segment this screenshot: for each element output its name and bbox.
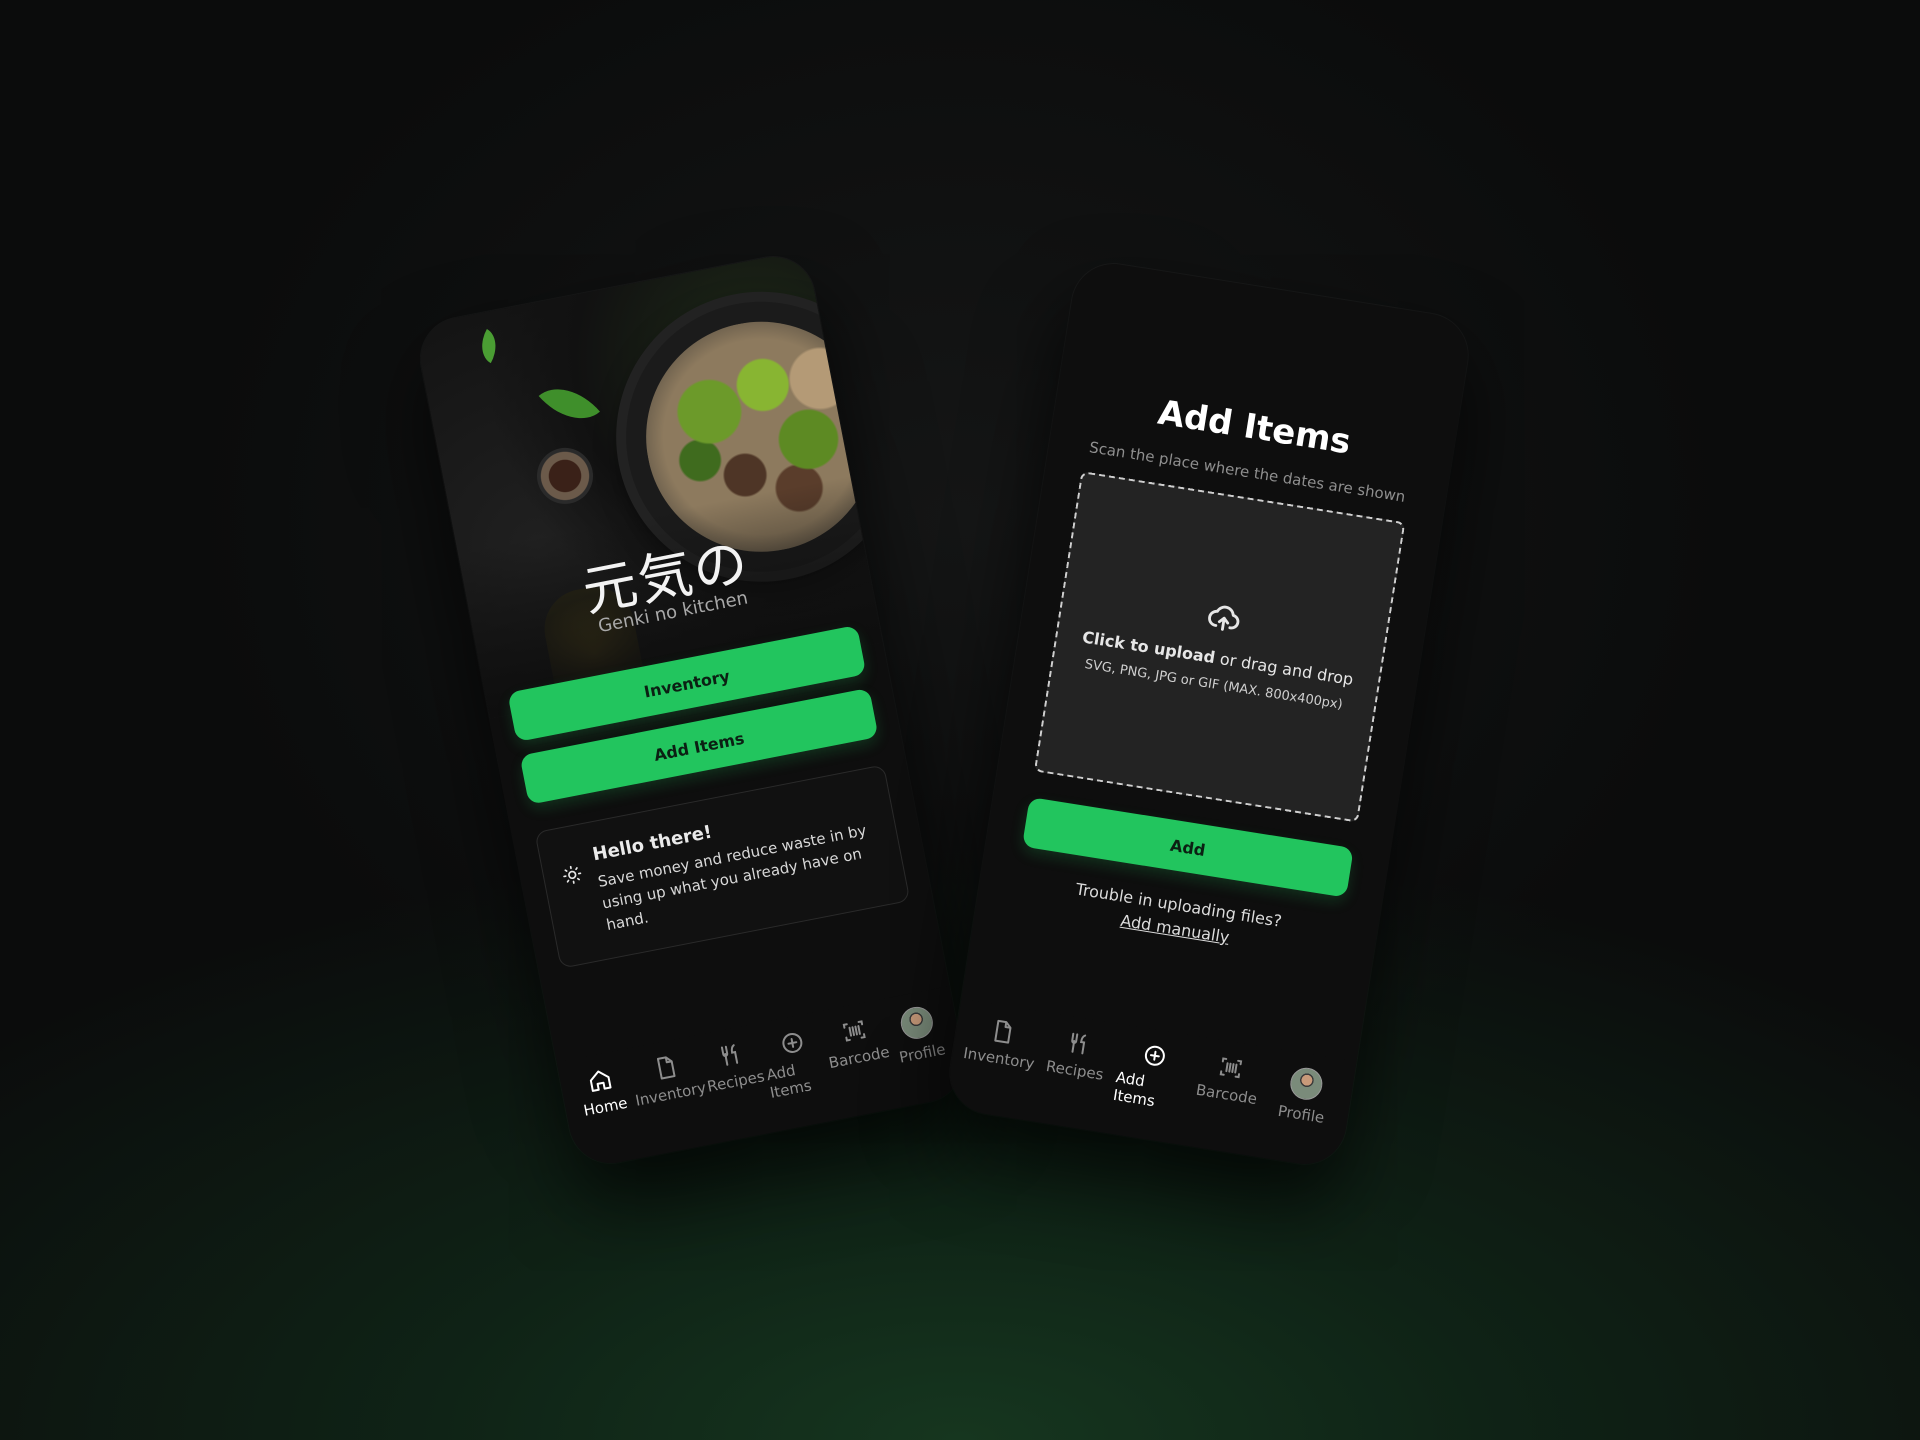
utensils-icon bbox=[1071, 1032, 1087, 1055]
tab-label: Recipes bbox=[705, 1067, 767, 1096]
plus-circle-icon bbox=[1144, 1045, 1165, 1066]
tab-recipes[interactable]: Recipes bbox=[698, 1037, 769, 1096]
utensils-icon bbox=[721, 1044, 739, 1066]
tab-barcode[interactable]: Barcode bbox=[1191, 1050, 1268, 1108]
add-items-screen: Add Items Scan the place where the dates… bbox=[944, 258, 1474, 1170]
avatar bbox=[1287, 1065, 1325, 1103]
tab-label: Add Items bbox=[1111, 1068, 1157, 1111]
tab-barcode[interactable]: Barcode bbox=[821, 1013, 892, 1072]
upload-dropzone[interactable]: Click to upload or drag and drop SVG, PN… bbox=[1033, 471, 1406, 823]
tab-home[interactable]: Home bbox=[567, 1063, 638, 1122]
home-icon bbox=[590, 1070, 612, 1092]
tab-add-items[interactable]: Add Items bbox=[1112, 1038, 1191, 1114]
file-icon bbox=[656, 1056, 676, 1080]
tab-label: Inventory bbox=[962, 1043, 1036, 1073]
tab-label: Profile bbox=[1276, 1101, 1326, 1127]
tab-label: Barcode bbox=[1194, 1080, 1259, 1109]
barcode-scan-icon bbox=[842, 1020, 866, 1042]
tab-recipes[interactable]: Recipes bbox=[1039, 1026, 1116, 1084]
pepper-jar bbox=[532, 443, 598, 509]
home-screen: 元気の Genki no kitchen Inventory Add Items… bbox=[413, 249, 971, 1171]
tab-bar: Inventory Recipes Add Items Barcode Prof… bbox=[944, 998, 1357, 1170]
plus-circle-icon bbox=[782, 1032, 803, 1053]
basil-leaf bbox=[473, 328, 505, 364]
cloud-upload-icon bbox=[1208, 605, 1240, 631]
tab-bar: Home Inventory Recipes Add Items Barcode… bbox=[556, 985, 971, 1171]
tab-label: Add Items bbox=[764, 1061, 814, 1102]
file-icon bbox=[994, 1019, 1012, 1044]
tab-inventory[interactable]: Inventory bbox=[629, 1049, 708, 1110]
tab-label: Profile bbox=[897, 1040, 947, 1067]
sun-icon bbox=[563, 865, 582, 884]
tab-label: Recipes bbox=[1044, 1056, 1105, 1084]
barcode-scan-icon bbox=[1219, 1057, 1242, 1079]
tab-label: Home bbox=[582, 1093, 629, 1120]
tab-label: Inventory bbox=[633, 1078, 708, 1110]
avatar bbox=[897, 1004, 936, 1042]
tab-label: Barcode bbox=[827, 1042, 892, 1073]
tab-profile[interactable]: Profile bbox=[1265, 1062, 1343, 1128]
tab-inventory[interactable]: Inventory bbox=[962, 1014, 1040, 1073]
basil-leaf bbox=[538, 372, 600, 436]
tab-profile[interactable]: Profile bbox=[883, 1001, 955, 1068]
